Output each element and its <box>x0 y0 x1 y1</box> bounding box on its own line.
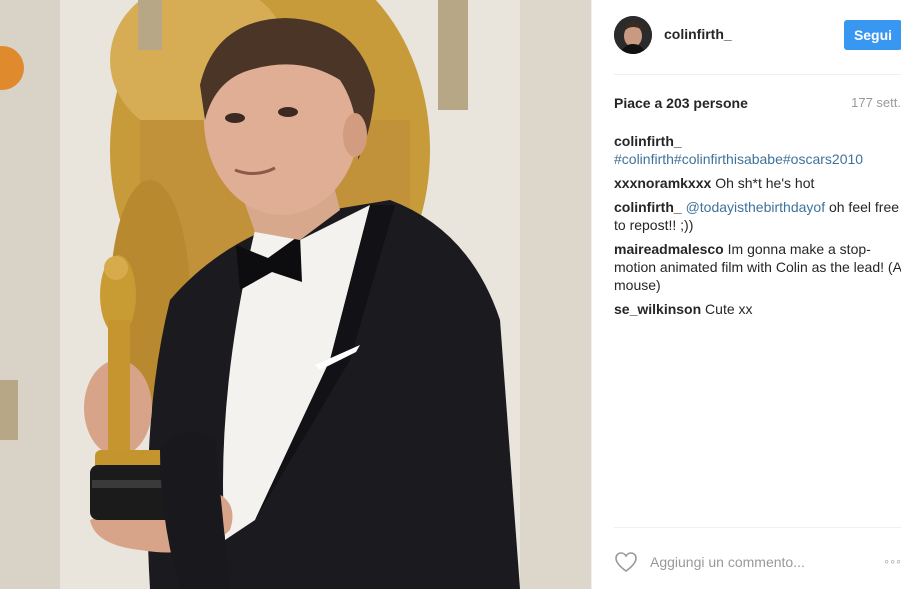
divider <box>614 527 901 528</box>
comment-user[interactable]: xxxnoramkxxx <box>614 175 711 191</box>
comment-item: se_wilkinson Cute xx <box>614 300 901 318</box>
hashtag-link[interactable]: #oscars2010 <box>783 151 863 167</box>
comment-text: Cute xx <box>705 301 753 317</box>
mention-link[interactable]: @todayisthebirthdayof <box>686 199 826 215</box>
post-header: colinfirth_ Segui <box>614 16 901 56</box>
comments-list: colinfirth_ #colinfirth#colinfirthisabab… <box>614 132 901 324</box>
comment-user[interactable]: colinfirth_ <box>614 133 682 149</box>
comment-user[interactable]: colinfirth_ <box>614 199 682 215</box>
comment-user[interactable]: maireadmalesco <box>614 241 724 257</box>
comment-item: colinfirth_ #colinfirth#colinfirthisabab… <box>614 132 901 168</box>
heart-icon[interactable] <box>614 551 638 578</box>
divider <box>614 74 901 75</box>
avatar[interactable] <box>614 16 652 54</box>
post-side-panel: colinfirth_ Segui Piace a 203 persone 17… <box>591 0 901 589</box>
post-time[interactable]: 177 sett. <box>821 95 901 110</box>
follow-button[interactable]: Segui <box>844 20 901 50</box>
hashtag-link[interactable]: #colinfirthisababe <box>674 151 783 167</box>
likes-count[interactable]: Piace a 203 persone <box>614 95 748 111</box>
comment-text: Oh sh*t he's hot <box>715 175 815 191</box>
avatar-image <box>614 16 652 54</box>
post-image <box>0 0 591 589</box>
post-photo[interactable] <box>0 0 591 589</box>
comment-item: xxxnoramkxxx Oh sh*t he's hot <box>614 174 901 192</box>
hashtag-link[interactable]: #colinfirth <box>614 151 674 167</box>
more-options-icon[interactable]: ◦◦◦ <box>884 553 901 569</box>
comment-input[interactable] <box>650 549 864 575</box>
comment-user[interactable]: se_wilkinson <box>614 301 701 317</box>
comment-bar: ◦◦◦ <box>614 549 901 577</box>
comment-item: colinfirth_ @todayisthebirthdayof oh fee… <box>614 198 901 234</box>
username[interactable]: colinfirth_ <box>664 26 732 42</box>
comment-item: maireadmalesco Im gonna make a stop-moti… <box>614 240 901 294</box>
